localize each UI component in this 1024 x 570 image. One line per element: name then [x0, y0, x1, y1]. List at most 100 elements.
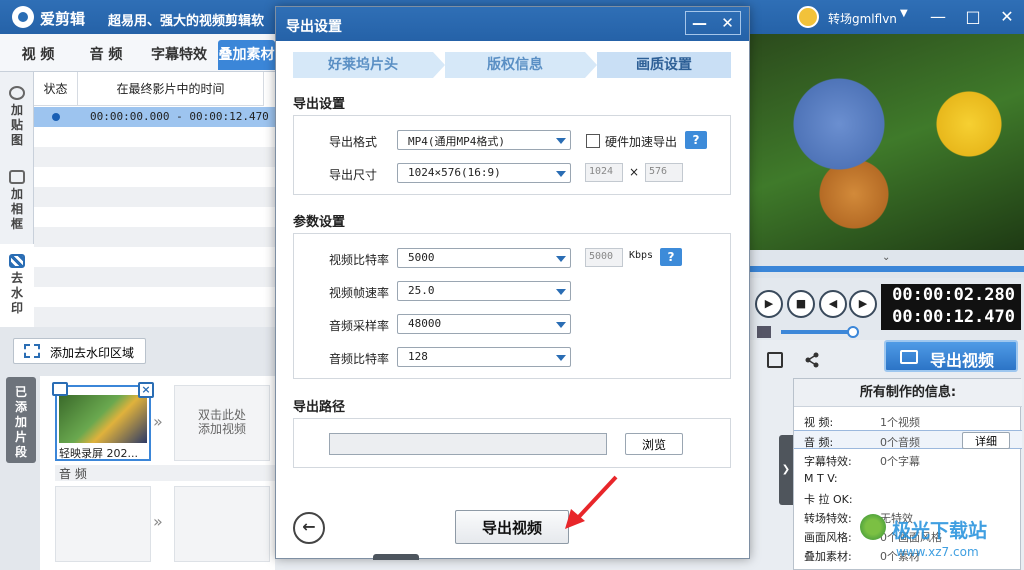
- video-bitrate-field: 5000: [585, 248, 623, 267]
- dialog-drag-grip[interactable]: [373, 554, 419, 560]
- section-title-params: 参数设置: [293, 215, 346, 230]
- app-logo-icon: [12, 6, 34, 28]
- table-row[interactable]: 00:00:00.000 - 00:00:12.470: [34, 107, 275, 127]
- framerate-select[interactable]: 25.0: [397, 281, 571, 301]
- frame-icon: [9, 170, 25, 184]
- share-icon[interactable]: [804, 352, 820, 368]
- chevron-right-icon: »: [153, 412, 163, 431]
- seek-bar[interactable]: ⌄: [749, 250, 1024, 278]
- volume-knob[interactable]: [847, 326, 859, 338]
- edit-icon[interactable]: [767, 352, 783, 368]
- add-video-slot[interactable]: 双击此处 添加视频: [174, 385, 270, 461]
- chevron-down-icon[interactable]: ▼: [900, 8, 908, 19]
- chevron-down-icon[interactable]: ⌄: [882, 252, 890, 263]
- seek-track[interactable]: [749, 266, 1024, 272]
- app-slogan: 超易用、强大的视频剪辑软: [108, 14, 265, 29]
- user-name[interactable]: 转场gmlflvn: [828, 10, 897, 27]
- dialog-title: 导出设置: [286, 19, 342, 35]
- audio-slot[interactable]: [174, 486, 270, 562]
- info-title: 所有制作的信息:: [794, 379, 1022, 407]
- status-dot-icon: [52, 113, 60, 121]
- chevron-down-icon: [556, 322, 566, 328]
- video-bitrate-label: 视频比特率: [329, 253, 390, 267]
- tab-video[interactable]: 视 频: [6, 40, 70, 70]
- back-button[interactable]: ←: [293, 512, 325, 544]
- chevron-down-icon: [556, 138, 566, 144]
- samplerate-select[interactable]: 48000: [397, 314, 571, 334]
- stop-button[interactable]: ■: [787, 290, 815, 318]
- watermark-toolbar: 添加去水印区域: [0, 327, 275, 373]
- video-preview[interactable]: [749, 34, 1024, 250]
- format-label: 导出格式: [329, 135, 378, 149]
- minimize-button[interactable]: —: [925, 6, 951, 28]
- next-frame-button[interactable]: ▶: [849, 290, 877, 318]
- info-row-subtitles: 字幕特效: 0个字幕: [804, 455, 920, 468]
- table-row: [34, 307, 275, 327]
- step-arrow: [585, 52, 597, 78]
- site-watermark-url: www.xz7.com: [896, 545, 979, 559]
- help-hardware-accel-button[interactable]: ?: [685, 131, 707, 149]
- collapse-panel-toggle[interactable]: ❯: [779, 435, 793, 505]
- total-time: 00:00:12.470: [892, 307, 1015, 327]
- current-time: 00:00:02.280: [892, 285, 1015, 305]
- chevron-down-icon: [556, 256, 566, 262]
- chevron-down-icon: [556, 355, 566, 361]
- clip-remove-icon[interactable]: ×: [138, 382, 154, 398]
- tab-audio[interactable]: 音 频: [74, 40, 138, 70]
- export-video-main-button[interactable]: 导出视频: [884, 340, 1018, 372]
- volume-icon[interactable]: [757, 326, 771, 338]
- times-sign: ×: [629, 165, 640, 179]
- tab-subtitle-effects[interactable]: 字幕特效: [144, 40, 214, 70]
- chevron-right-icon: »: [153, 512, 163, 531]
- export-steps: 好莱坞片头 版权信息 画质设置: [293, 52, 731, 78]
- dialog-titlebar: 导出设置 — ✕: [276, 7, 749, 41]
- export-path-input[interactable]: [329, 433, 607, 455]
- close-button[interactable]: ✕: [994, 6, 1020, 28]
- side-item-frame[interactable]: 加相框: [0, 170, 34, 232]
- param-settings-box: 视频比特率 5000 5000 Kbps ? 视频帧速率 25.0 音频采样率 …: [293, 233, 731, 379]
- width-field: 1024: [585, 163, 623, 182]
- browse-button[interactable]: 浏览: [625, 433, 683, 455]
- clip-edit-icon[interactable]: [52, 382, 68, 396]
- help-bitrate-button[interactable]: ?: [660, 248, 682, 266]
- height-field: 576: [645, 163, 683, 182]
- export-video-button[interactable]: 导出视频: [455, 510, 569, 544]
- user-avatar[interactable]: [797, 6, 819, 28]
- audio-slot[interactable]: [55, 486, 151, 562]
- export-path-box: 浏览: [293, 418, 731, 468]
- info-row-mtv: M T V:: [804, 472, 838, 485]
- mosaic-icon: [9, 254, 25, 268]
- preview-action-bar: 导出视频: [749, 340, 1024, 378]
- add-watermark-region-button[interactable]: 添加去水印区域: [13, 338, 146, 364]
- step-quality-settings[interactable]: 画质设置: [597, 52, 731, 78]
- size-select[interactable]: 1024×576(16:9): [397, 163, 571, 183]
- audio-track-label: 音 频: [55, 465, 275, 481]
- clip-thumbnail[interactable]: 轻映录屏 202...: [55, 385, 151, 461]
- info-row-video: 视 频: 1个视频: [804, 416, 920, 429]
- details-button[interactable]: 详细: [962, 432, 1010, 449]
- step-hollywood-intro[interactable]: 好莱坞片头: [293, 52, 433, 78]
- volume-slider[interactable]: [781, 330, 853, 334]
- step-copyright[interactable]: 版权信息: [445, 52, 585, 78]
- side-item-sticker[interactable]: 加贴图: [0, 86, 34, 148]
- table-row: [34, 267, 275, 287]
- dialog-minimize-button[interactable]: —: [686, 12, 713, 34]
- dialog-close-button[interactable]: ✕: [714, 12, 741, 34]
- prev-frame-button[interactable]: ◀: [819, 290, 847, 318]
- side-item-remove-watermark[interactable]: 去水印: [0, 244, 34, 327]
- tab-overlay-material[interactable]: 叠加素材: [218, 40, 275, 70]
- video-bitrate-select[interactable]: 5000: [397, 248, 571, 268]
- watermark-list: 状态 在最终影片中的时间 00:00:00.000 - 00:00:12.470: [34, 72, 275, 327]
- play-button[interactable]: ▶: [755, 290, 783, 318]
- table-row: [34, 147, 275, 167]
- export-settings-dialog: 导出设置 — ✕ 好莱坞片头 版权信息 画质设置 导出设置 导出格式 MP4(通…: [275, 6, 750, 560]
- size-label: 导出尺寸: [329, 168, 378, 182]
- audio-bitrate-select[interactable]: 128: [397, 347, 571, 367]
- framerate-label: 视频帧速率: [329, 286, 390, 300]
- hardware-accel-checkbox[interactable]: [586, 134, 600, 148]
- maximize-button[interactable]: □: [960, 6, 986, 28]
- format-select[interactable]: MP4(通用MP4格式): [397, 130, 571, 150]
- app-name: 爱剪辑: [40, 10, 86, 28]
- export-settings-box: 导出格式 MP4(通用MP4格式) 硬件加速导出 ? 导出尺寸 1024×576…: [293, 115, 731, 195]
- section-title-export: 导出设置: [293, 97, 346, 112]
